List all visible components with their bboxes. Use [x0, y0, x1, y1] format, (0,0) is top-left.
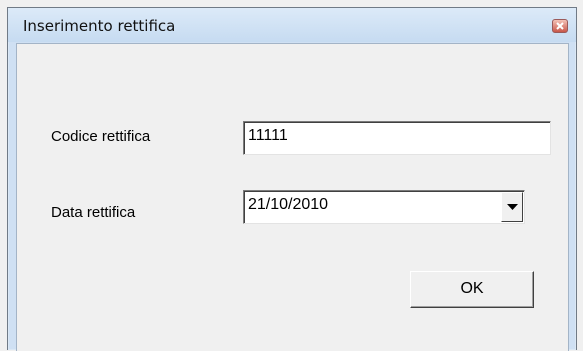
dialog-window: Inserimento rettifica Codice rettifica 1… [7, 7, 577, 351]
close-icon [556, 22, 564, 30]
data-rettifica-label: Data rettifica [51, 204, 136, 221]
dropdown-arrow-button[interactable] [501, 192, 523, 222]
data-rettifica-dropdown[interactable]: 21/10/2010 [243, 190, 525, 224]
chevron-down-icon [507, 204, 518, 210]
close-button[interactable] [552, 19, 568, 33]
codice-rettifica-label: Codice rettifica [51, 128, 151, 145]
title-bar[interactable]: Inserimento rettifica [8, 8, 576, 42]
data-rettifica-value: 21/10/2010 [248, 196, 329, 213]
dialog-body: Codice rettifica 11111 Data rettifica 21… [16, 43, 569, 351]
window-title: Inserimento rettifica [23, 17, 176, 35]
codice-rettifica-input[interactable]: 11111 [243, 121, 551, 155]
ok-button[interactable]: OK [410, 271, 534, 308]
